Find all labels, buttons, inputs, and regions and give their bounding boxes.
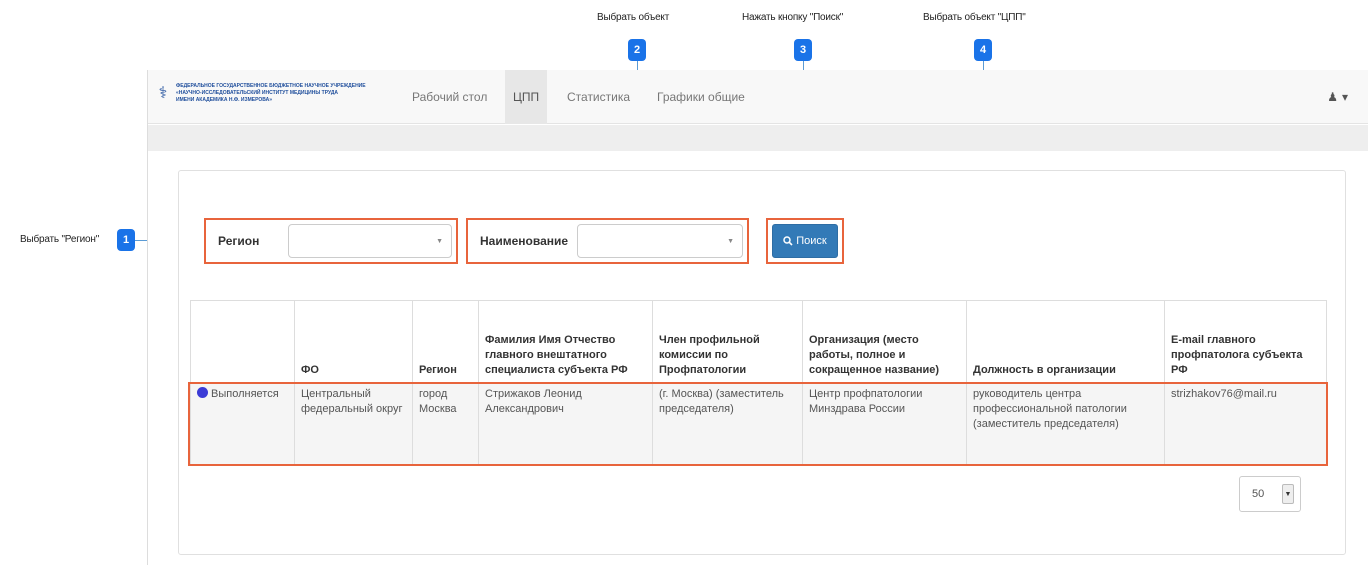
caduceus-icon: ⚕ <box>158 85 168 102</box>
nav-item-charts[interactable]: Графики общие <box>649 70 753 124</box>
user-icon: ♟ <box>1327 90 1338 104</box>
table-header-row: ФО Регион Фамилия Имя Отчество главного … <box>190 300 1327 383</box>
dropdown-caret-icon: ▼ <box>436 238 443 245</box>
table-header[interactable]: Член профильной комиссии по Профпатологи… <box>652 300 803 383</box>
nav-item-cpp[interactable]: ЦПП <box>505 70 548 124</box>
sub-toolbar <box>148 125 1368 151</box>
callout-4-label: Выбрать объект "ЦПП" <box>923 12 1026 23</box>
name-label: Наименование <box>480 234 569 248</box>
table-header[interactable]: E-mail главного профпатолога субъекта РФ <box>1164 300 1327 383</box>
table-header[interactable]: Должность в организации <box>966 300 1165 383</box>
table-header[interactable]: Регион <box>412 300 479 383</box>
search-button-highlight: Поиск <box>766 218 844 264</box>
institute-logo[interactable]: ⚕ ФЕДЕРАЛЬНОЕ ГОСУДАРСТВЕННОЕ БЮДЖЕТНОЕ … <box>156 80 396 106</box>
region-filter-group: Регион ▼ <box>204 218 458 264</box>
row-highlight <box>188 382 1328 466</box>
user-menu[interactable]: ♟ ▾ <box>1327 90 1348 104</box>
name-filter-group: Наименование ▼ <box>466 218 749 264</box>
navbar: ⚕ ФЕДЕРАЛЬНОЕ ГОСУДАРСТВЕННОЕ БЮДЖЕТНОЕ … <box>148 70 1368 124</box>
dropdown-caret-icon: ▼ <box>727 238 734 245</box>
chevron-down-icon: ▾ <box>1341 90 1348 104</box>
callout-3-marker: 3 <box>794 39 812 61</box>
logo-text: ФЕДЕРАЛЬНОЕ ГОСУДАРСТВЕННОЕ БЮДЖЕТНОЕ НА… <box>176 82 366 103</box>
nav-item-dashboard[interactable]: Рабочий стол <box>404 70 495 124</box>
table-header[interactable]: ФО <box>294 300 413 383</box>
nav-item-statistics[interactable]: Статистика <box>559 70 638 124</box>
callout-1-label: Выбрать "Регион" <box>20 234 100 245</box>
table-header[interactable]: Организация (место работы, полное и сокр… <box>802 300 967 383</box>
callout-4-marker: 4 <box>974 39 992 61</box>
callout-2-label: Выбрать объект <box>597 12 670 23</box>
callout-3-label: Нажать кнопку "Поиск" <box>742 12 844 23</box>
region-select[interactable]: ▼ <box>288 224 452 258</box>
region-label: Регион <box>218 234 260 248</box>
table-header[interactable]: Фамилия Имя Отчество главного внештатног… <box>478 300 653 383</box>
dropdown-caret-icon: ▼ <box>1282 484 1294 504</box>
table-header <box>190 300 295 383</box>
callout-2-marker: 2 <box>628 39 646 61</box>
search-icon <box>783 236 793 246</box>
page-size-select[interactable]: 50 ▼ <box>1239 476 1301 512</box>
search-button[interactable]: Поиск <box>772 224 838 258</box>
callout-1-marker: 1 <box>117 229 135 251</box>
name-select[interactable]: ▼ <box>577 224 743 258</box>
